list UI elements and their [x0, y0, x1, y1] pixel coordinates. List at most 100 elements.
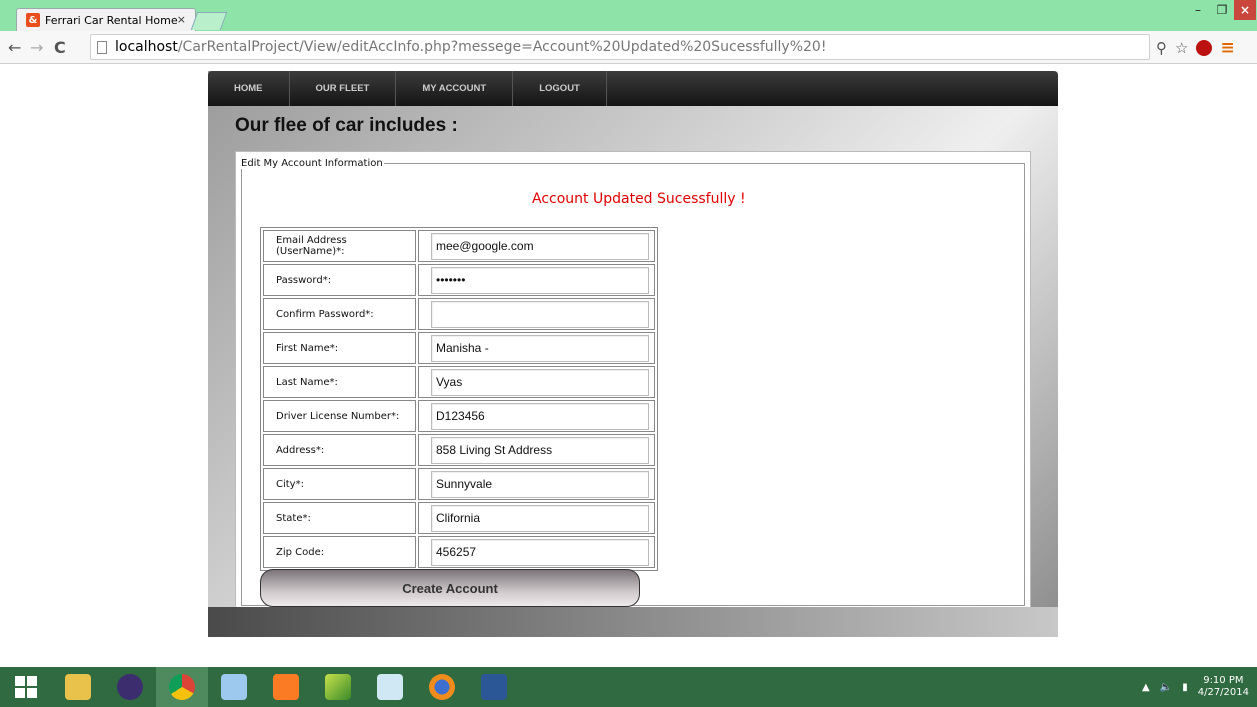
page-icon: [97, 41, 107, 54]
green-app-icon: [325, 674, 351, 700]
field-label: City*:: [263, 468, 416, 500]
field-cell: [418, 230, 655, 262]
form-row: Confirm Password*:: [263, 298, 655, 330]
menu-icon[interactable]: ≡: [1220, 38, 1234, 58]
word-icon: [481, 674, 507, 700]
folder-icon: [65, 674, 91, 700]
field-cell: [418, 366, 655, 398]
field-cell: [418, 434, 655, 466]
back-arrow-icon[interactable]: ←: [8, 38, 21, 57]
field-input[interactable]: [431, 436, 649, 464]
taskbar-eclipse[interactable]: [104, 667, 156, 707]
taskbar-notepad[interactable]: [364, 667, 416, 707]
field-cell: [418, 298, 655, 330]
tab-title: Ferrari Car Rental Home: [45, 13, 178, 27]
system-tray: ▲ 🔈 ▮ 9:10 PM 4/27/2014: [1142, 670, 1249, 704]
field-input[interactable]: [431, 368, 649, 396]
form-row: Address*:: [263, 434, 655, 466]
windows-taskbar: [0, 667, 1257, 707]
field-cell: [418, 400, 655, 432]
field-input[interactable]: [431, 232, 649, 260]
url-host: localhost: [115, 39, 178, 55]
clock-time: 9:10 PM: [1203, 675, 1244, 686]
url-path: /CarRentalProject/View/editAccInfo.php?m…: [177, 39, 827, 55]
chrome-icon: [169, 674, 195, 700]
address-bar[interactable]: localhost/CarRentalProject/View/editAccI…: [90, 34, 1150, 60]
taskbar-chrome[interactable]: [156, 667, 208, 707]
field-label: Password*:: [263, 264, 416, 296]
field-label: State*:: [263, 502, 416, 534]
toolbar-icons: ⚲ ☆ ≡: [1156, 38, 1235, 58]
field-input[interactable]: [431, 266, 649, 294]
form-row: Email Address (UserName)*:: [263, 230, 655, 262]
field-cell: [418, 332, 655, 364]
field-label: Zip Code:: [263, 536, 416, 568]
taskbar-firefox[interactable]: [416, 667, 468, 707]
form-panel: Edit My Account Information Account Upda…: [235, 151, 1031, 612]
form-row: Driver License Number*:: [263, 400, 655, 432]
nav-my-account[interactable]: MY ACCOUNT: [396, 71, 514, 106]
form-row: City*:: [263, 468, 655, 500]
field-cell: [418, 468, 655, 500]
virtualbox-icon: [221, 674, 247, 700]
windows-logo-icon: [15, 676, 37, 698]
forward-arrow-icon[interactable]: →: [30, 38, 43, 57]
taskbar-xampp[interactable]: [260, 667, 312, 707]
field-input[interactable]: [431, 300, 649, 328]
success-message: Account Updated Sucessfully !: [532, 191, 746, 207]
field-input[interactable]: [431, 334, 649, 362]
clock-date: 4/27/2014: [1197, 687, 1249, 698]
tray-arrow-icon[interactable]: ▲: [1142, 682, 1150, 693]
clock[interactable]: 9:10 PM 4/27/2014: [1198, 675, 1249, 699]
field-cell: [418, 536, 655, 568]
field-input[interactable]: [431, 402, 649, 430]
taskbar-word[interactable]: [468, 667, 520, 707]
field-input[interactable]: [431, 504, 649, 532]
tab-close-icon[interactable]: ×: [177, 13, 186, 26]
field-cell: [418, 264, 655, 296]
field-label: Address*:: [263, 434, 416, 466]
window-maximize-button[interactable]: ❐: [1210, 0, 1234, 20]
volume-icon[interactable]: 🔈: [1160, 682, 1172, 693]
new-tab-button[interactable]: [190, 12, 228, 30]
form-row: State*:: [263, 502, 655, 534]
form-row: Zip Code:: [263, 536, 655, 568]
nav-logout[interactable]: LOGOUT: [513, 71, 607, 106]
form-row: Last Name*:: [263, 366, 655, 398]
search-icon[interactable]: ⚲: [1156, 39, 1167, 57]
extension-icon[interactable]: [1196, 40, 1213, 56]
field-input[interactable]: [431, 470, 649, 498]
account-form-table: Email Address (UserName)*:Password*:Conf…: [260, 227, 658, 571]
field-label: Confirm Password*:: [263, 298, 416, 330]
notepad-icon: [377, 674, 403, 700]
eclipse-icon: [117, 674, 143, 700]
xampp-favicon-icon: &: [26, 13, 40, 27]
firefox-icon: [429, 674, 455, 700]
field-label: Email Address (UserName)*:: [263, 230, 416, 262]
start-button[interactable]: [0, 667, 52, 707]
window-minimize-button[interactable]: –: [1186, 0, 1210, 20]
browser-tab[interactable]: & Ferrari Car Rental Home ×: [16, 8, 196, 31]
taskbar-file-explorer[interactable]: [52, 667, 104, 707]
fieldset-legend: Edit My Account Information: [241, 158, 383, 169]
field-label: First Name*:: [263, 332, 416, 364]
star-bookmark-icon[interactable]: ☆: [1175, 39, 1188, 57]
network-icon[interactable]: ▮: [1182, 682, 1188, 693]
taskbar-virtualbox[interactable]: [208, 667, 260, 707]
form-row: Password*:: [263, 264, 655, 296]
reload-icon[interactable]: C: [54, 38, 66, 57]
edit-account-fieldset: Edit My Account Information Account Upda…: [241, 158, 1025, 607]
site-container: HOME OUR FLEET MY ACCOUNT LOGOUT Our fle…: [208, 71, 1058, 637]
form-row: First Name*:: [263, 332, 655, 364]
page-title: Our flee of car includes :: [235, 115, 458, 136]
browser-tab-strip: & Ferrari Car Rental Home × – ❐ ×: [0, 0, 1257, 31]
browser-toolbar: ← → C localhost/CarRentalProject/View/ed…: [0, 31, 1257, 64]
xampp-icon: [273, 674, 299, 700]
nav-home[interactable]: HOME: [208, 71, 290, 106]
create-account-button[interactable]: Create Account: [260, 569, 640, 607]
field-label: Last Name*:: [263, 366, 416, 398]
taskbar-green-app[interactable]: [312, 667, 364, 707]
field-input[interactable]: [431, 538, 649, 566]
nav-our-fleet[interactable]: OUR FLEET: [290, 71, 397, 106]
window-close-button[interactable]: ×: [1234, 0, 1256, 20]
